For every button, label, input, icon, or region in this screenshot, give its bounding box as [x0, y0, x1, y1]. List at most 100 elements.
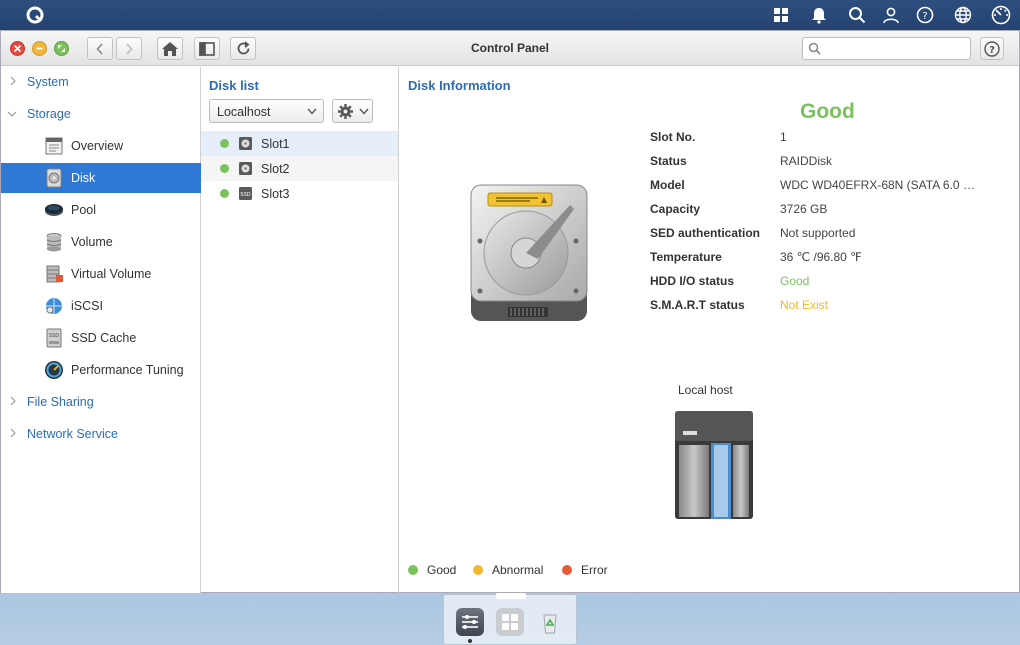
- window-help-button[interactable]: ?: [980, 37, 1004, 60]
- settings-menu-button[interactable]: [332, 99, 373, 123]
- hdd-icon: [239, 162, 252, 175]
- close-window-button[interactable]: [10, 41, 25, 56]
- host-select-value: Localhost: [217, 105, 271, 119]
- svg-text:SSD: SSD: [240, 192, 250, 198]
- sidebar-item-label: Virtual Volume: [71, 267, 152, 281]
- sidebar-item-virtual-volume[interactable]: Virtual Volume: [1, 259, 201, 289]
- slot-label: Slot1: [261, 137, 290, 151]
- search-field-icon: [808, 42, 821, 55]
- sidebar-item-disk[interactable]: Disk: [1, 163, 201, 193]
- field-value: Not supported: [780, 226, 856, 240]
- nas-device-image: [675, 411, 753, 519]
- forward-button[interactable]: [116, 37, 142, 60]
- ssd-icon: SSD: [239, 187, 252, 200]
- sidebar-item-label: Disk: [71, 171, 96, 185]
- sidebar-category-system[interactable]: System: [1, 67, 201, 97]
- chevron-down-icon: [359, 108, 369, 115]
- dashboard-gauge-icon[interactable]: [990, 5, 1012, 25]
- refresh-button[interactable]: [230, 37, 256, 60]
- sidebar: System Storage Overview Disk Pool Volume…: [1, 67, 201, 593]
- field-value: 1: [780, 130, 787, 144]
- chevron-right-icon: [10, 396, 16, 406]
- overview-icon: [45, 137, 63, 155]
- disk-icon: [46, 168, 62, 188]
- legend-label: Abnormal: [492, 563, 544, 577]
- health-status: Good: [800, 100, 855, 123]
- field-key: Model: [650, 178, 685, 192]
- sidebar-item-pool[interactable]: Pool: [1, 195, 201, 225]
- field-value: 3726 GB: [780, 202, 828, 216]
- chevron-down-icon: [307, 108, 317, 115]
- legend-label: Error: [581, 563, 608, 577]
- field-key: Temperature: [650, 250, 722, 264]
- minimize-window-button[interactable]: [32, 41, 47, 56]
- virtual-volume-icon: [46, 265, 63, 283]
- dock: [443, 593, 577, 645]
- legend-abnormal: Abnormal: [473, 563, 543, 577]
- legend-error: Error: [562, 563, 608, 577]
- legend-good: Good: [408, 563, 456, 577]
- dock-apps-icon[interactable]: [496, 608, 524, 636]
- sidebar-category-file-sharing[interactable]: File Sharing: [1, 387, 201, 417]
- toggle-sidebar-button[interactable]: [194, 37, 220, 60]
- disk-slot-row[interactable]: SSD Slot3: [201, 181, 398, 206]
- disk-info-panel: Disk Information Good Slot No. 1 Status …: [400, 67, 1019, 593]
- sidebar-category-network-service[interactable]: Network Service: [1, 419, 201, 449]
- field-value: Not Exist: [780, 298, 829, 312]
- search-icon[interactable]: [846, 5, 868, 25]
- search-field[interactable]: [802, 37, 971, 60]
- pool-icon: [45, 204, 63, 216]
- status-good-dot: [220, 139, 229, 148]
- hdd-icon: [239, 137, 252, 150]
- sidebar-category-storage[interactable]: Storage: [1, 99, 201, 129]
- svg-text:?: ?: [922, 11, 927, 22]
- iscsi-icon: [46, 298, 62, 314]
- help-icon[interactable]: ?: [914, 5, 936, 25]
- host-select[interactable]: Localhost: [209, 99, 324, 123]
- top-bar: ?: [0, 0, 1020, 30]
- sidebar-item-label: Performance Tuning: [71, 363, 184, 377]
- search-input[interactable]: [823, 40, 963, 57]
- disk-info-title: Disk Information: [408, 78, 511, 93]
- user-icon[interactable]: [880, 5, 902, 25]
- window-titlebar: Control Panel ?: [1, 31, 1019, 66]
- field-key: Status: [650, 154, 687, 168]
- dock-recycle-bin-icon[interactable]: [536, 608, 564, 636]
- disk-list-title: Disk list: [209, 78, 259, 93]
- maximize-window-button[interactable]: [54, 41, 69, 56]
- control-panel-window: Control Panel ? System Storage Overview …: [0, 30, 1020, 593]
- sidebar-item-label: Pool: [71, 203, 97, 217]
- sidebar-item-iscsi[interactable]: iSCSI: [1, 291, 201, 321]
- sidebar-item-label: Volume: [71, 235, 113, 249]
- disk-slot-row[interactable]: Slot2: [201, 156, 398, 181]
- legend-label: Good: [427, 563, 457, 577]
- slot-label: Slot2: [261, 162, 290, 176]
- field-key: Slot No.: [650, 130, 696, 144]
- apps-grid-icon[interactable]: [770, 5, 792, 25]
- host-label: Local host: [678, 383, 733, 397]
- legend-dot: [473, 565, 483, 575]
- chevron-down-icon: [7, 111, 17, 117]
- chevron-right-icon: [10, 76, 16, 86]
- ssd-cache-icon: SSD: [46, 328, 62, 348]
- sidebar-item-performance-tuning[interactable]: Performance Tuning: [1, 355, 201, 385]
- back-button[interactable]: [87, 37, 113, 60]
- dock-control-panel-icon[interactable]: [456, 608, 484, 636]
- sidebar-item-ssd-cache[interactable]: SSD SSD Cache: [1, 323, 201, 353]
- bell-icon[interactable]: [808, 5, 830, 25]
- qnap-logo-icon[interactable]: [26, 6, 44, 24]
- field-key: S.M.A.R.T status: [650, 298, 745, 312]
- performance-gauge-icon: [45, 361, 63, 379]
- home-button[interactable]: [157, 37, 183, 60]
- field-value: 36 ℃ /96.80 ℉: [780, 250, 862, 264]
- chevron-right-icon: [10, 428, 16, 438]
- dock-active-indicator: [468, 639, 472, 643]
- disk-slot-row[interactable]: Slot1: [201, 131, 398, 156]
- sidebar-item-volume[interactable]: Volume: [1, 227, 201, 257]
- field-value: WDC WD40EFRX-68N (SATA 6.0 Gb...: [780, 178, 980, 192]
- sidebar-category-label: File Sharing: [27, 395, 94, 409]
- globe-icon[interactable]: [952, 5, 974, 25]
- slot-label: Slot3: [261, 187, 290, 201]
- dock-handle[interactable]: [496, 593, 526, 599]
- sidebar-item-overview[interactable]: Overview: [1, 131, 201, 161]
